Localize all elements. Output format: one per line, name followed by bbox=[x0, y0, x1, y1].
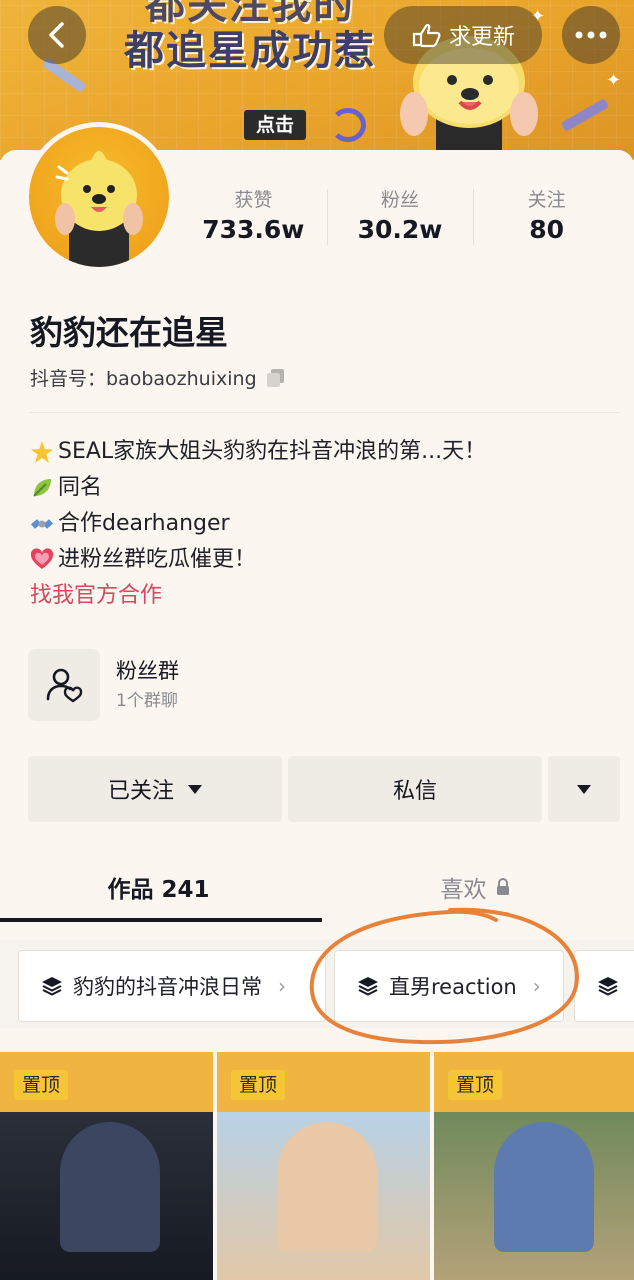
stat-value: 80 bbox=[529, 215, 565, 244]
bio-text: 进粉丝群吃瓜催更！ bbox=[58, 547, 257, 572]
fan-group-title: 粉丝群 bbox=[116, 659, 179, 683]
message-label: 私信 bbox=[392, 779, 437, 804]
layers-icon bbox=[598, 977, 618, 996]
stat-followers[interactable]: 粉丝 30.2w bbox=[326, 187, 474, 247]
chevron-right-icon: › bbox=[532, 974, 541, 998]
banner-tag: 点击 bbox=[244, 110, 307, 140]
sparkle-icon: ✦ bbox=[606, 70, 622, 91]
stat-label: 获赞 bbox=[234, 189, 273, 211]
banner-headline-line1: 都关注我的 bbox=[145, 0, 355, 28]
pointing-hand-icon bbox=[412, 24, 441, 48]
video-thumbnail[interactable]: 置顶 bbox=[0, 1052, 213, 1280]
active-tab-indicator bbox=[0, 918, 322, 922]
followed-button[interactable]: 已关注 bbox=[28, 756, 282, 822]
heart-icon bbox=[30, 548, 54, 572]
pinned-badge: 置顶 bbox=[231, 1070, 286, 1100]
official-cooperation-link[interactable]: 找我官方合作 bbox=[30, 578, 620, 614]
avatar[interactable] bbox=[24, 122, 174, 272]
profile-action-row: 已关注 私信 bbox=[28, 756, 620, 822]
group-chat-icon bbox=[46, 668, 83, 703]
douyin-id: 抖音号：baobaozhuixing bbox=[30, 364, 287, 391]
profile-card: 获赞 733.6w 粉丝 30.2w 关注 80 豹豹还在追星 抖音号：baob… bbox=[0, 122, 634, 1280]
lock-icon bbox=[496, 878, 509, 895]
collections-row: 豹豹的抖音冲浪日常 › 直男reaction › bbox=[0, 940, 634, 1028]
banner-headline-line2: 都追星成功惹 bbox=[124, 28, 376, 74]
layers-icon bbox=[42, 977, 62, 996]
collection-label: 豹豹的抖音冲浪日常 bbox=[73, 975, 262, 999]
stat-value: 733.6w bbox=[202, 215, 305, 244]
bio-line: 合作dearhanger bbox=[30, 506, 620, 542]
stat-label: 关注 bbox=[527, 189, 566, 211]
profile-tabs: 作品 241 喜欢 bbox=[0, 850, 634, 924]
stat-value: 30.2w bbox=[357, 215, 443, 244]
avatar-image bbox=[29, 127, 169, 267]
collection-chip[interactable]: 直男reaction › bbox=[334, 950, 564, 1022]
douyin-id-value: baobaozhuixing bbox=[106, 368, 257, 390]
caret-down-icon bbox=[188, 784, 202, 794]
bio-line: 同名 bbox=[30, 470, 620, 506]
satellite-icon bbox=[30, 512, 54, 536]
bio-text: 合作dearhanger bbox=[58, 511, 230, 536]
douyin-id-label: 抖音号： bbox=[30, 368, 107, 390]
pinned-badge: 置顶 bbox=[448, 1070, 503, 1100]
request-update-label: 求更新 bbox=[448, 25, 515, 50]
chevron-left-icon bbox=[49, 22, 64, 48]
tab-works[interactable]: 作品 241 bbox=[0, 850, 317, 924]
thumbnail-image bbox=[494, 1122, 594, 1252]
pinned-badge: 置顶 bbox=[14, 1070, 69, 1100]
bio-text: SEAL家族大姐头豹豹在抖音冲浪的第...天！ bbox=[58, 439, 487, 464]
message-button[interactable]: 私信 bbox=[288, 756, 542, 822]
caret-down-icon bbox=[577, 784, 591, 794]
collection-chip[interactable]: 豹豹的抖音冲浪日常 › bbox=[18, 950, 326, 1022]
leaf-icon bbox=[30, 476, 54, 500]
banner-arrow-icon bbox=[330, 108, 366, 142]
request-update-button[interactable]: 求更新 bbox=[384, 6, 542, 64]
followed-label: 已关注 bbox=[107, 779, 174, 804]
banner-headline: 都关注我的 都追星成功惹 bbox=[100, 0, 400, 74]
fan-group-subtitle: 1个群聊 bbox=[116, 691, 178, 711]
more-options-button[interactable] bbox=[562, 6, 620, 64]
video-grid: 置顶 置顶 置顶 bbox=[0, 1052, 634, 1280]
fan-group-entry[interactable]: 粉丝群 1个群聊 bbox=[28, 648, 179, 722]
layers-icon bbox=[358, 977, 378, 996]
stat-label: 粉丝 bbox=[381, 189, 420, 211]
bio-line: SEAL家族大姐头豹豹在抖音冲浪的第...天！ bbox=[30, 434, 620, 470]
avatar-mascot-illustration bbox=[55, 151, 143, 267]
banner-decoration bbox=[560, 98, 610, 132]
profile-stats: 获赞 733.6w 粉丝 30.2w 关注 80 bbox=[180, 186, 620, 248]
collection-label: 直男reaction bbox=[389, 975, 517, 999]
tab-works-label: 作品 241 bbox=[107, 877, 210, 903]
fan-group-icon-tile bbox=[28, 649, 100, 721]
thumbnail-image bbox=[60, 1122, 160, 1252]
recommend-dropdown-button[interactable] bbox=[548, 756, 620, 822]
chevron-right-icon: › bbox=[278, 974, 286, 998]
stat-following[interactable]: 关注 80 bbox=[473, 187, 620, 247]
more-dots-icon bbox=[575, 31, 607, 39]
divider bbox=[30, 412, 620, 413]
tab-likes-label: 喜欢 bbox=[440, 877, 487, 903]
stat-likes[interactable]: 获赞 733.6w bbox=[180, 187, 327, 247]
profile-bio: SEAL家族大姐头豹豹在抖音冲浪的第...天！ 同名 合作dearhanger … bbox=[30, 434, 620, 614]
tab-likes[interactable]: 喜欢 bbox=[317, 850, 634, 924]
thumbnail-image bbox=[277, 1122, 377, 1252]
video-thumbnail[interactable]: 置顶 bbox=[434, 1052, 634, 1280]
bio-line: 进粉丝群吃瓜催更！ bbox=[30, 542, 620, 578]
back-button[interactable] bbox=[28, 6, 86, 64]
profile-nickname: 豹豹还在追星 bbox=[30, 313, 228, 352]
video-thumbnail[interactable]: 置顶 bbox=[217, 1052, 430, 1280]
bio-text: 同名 bbox=[58, 475, 103, 500]
copy-icon[interactable] bbox=[265, 367, 287, 389]
star-icon bbox=[30, 440, 54, 464]
collection-chip[interactable] bbox=[574, 950, 634, 1022]
